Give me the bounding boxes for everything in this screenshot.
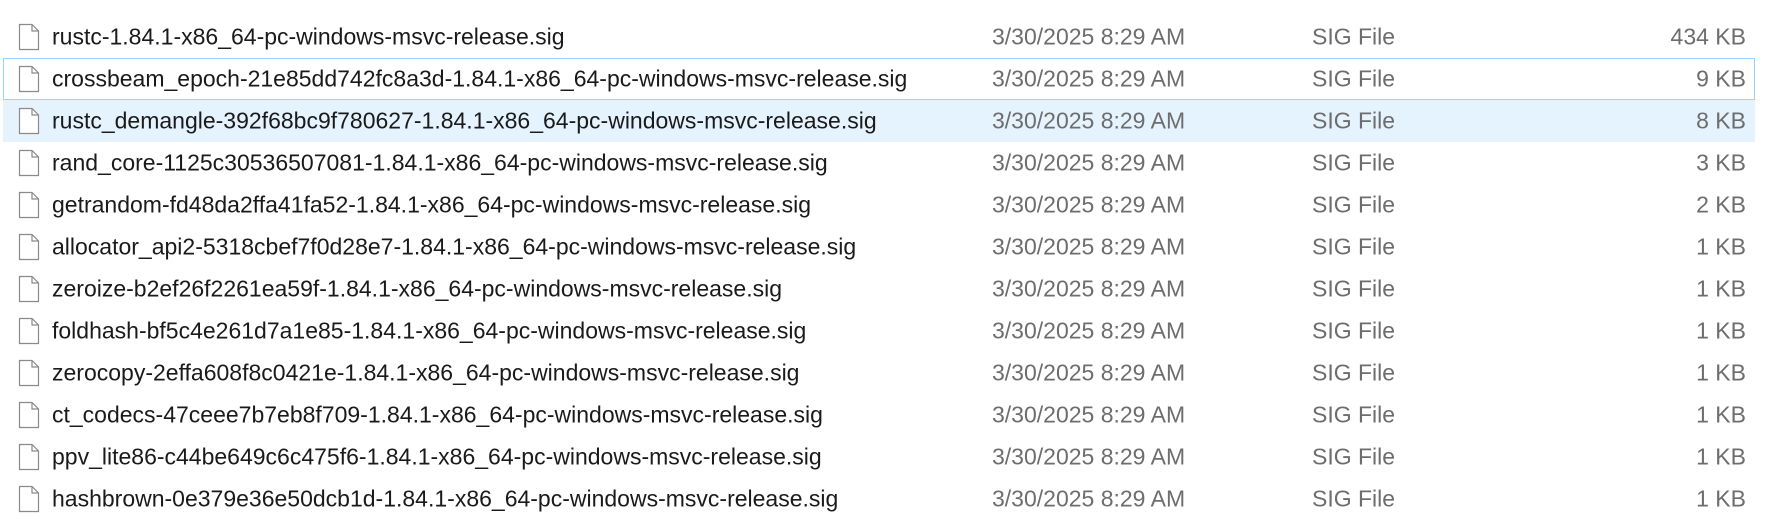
file-type: SIG File — [1312, 233, 1396, 260]
file-list: rustc-1.84.1-x86_64-pc-windows-msvc-rele… — [0, 0, 1779, 525]
file-date-modified: 3/30/2025 8:29 AM — [992, 401, 1186, 428]
file-date-modified: 3/30/2025 8:29 AM — [992, 233, 1186, 260]
file-date-modified: 3/30/2025 8:29 AM — [992, 149, 1186, 176]
file-size: 1 KB — [1696, 443, 1746, 470]
file-row[interactable]: rustc-1.84.1-x86_64-pc-windows-msvc-rele… — [3, 16, 1755, 58]
file-icon — [18, 317, 40, 345]
file-date-modified: 3/30/2025 8:29 AM — [992, 23, 1186, 50]
file-icon — [18, 443, 40, 471]
file-name: zerocopy-2effa608f8c0421e-1.84.1-x86_64-… — [52, 359, 800, 386]
file-row[interactable]: zerocopy-2effa608f8c0421e-1.84.1-x86_64-… — [3, 352, 1755, 394]
file-name: ppv_lite86-c44be649c6c475f6-1.84.1-x86_6… — [52, 443, 822, 470]
file-name: allocator_api2-5318cbef7f0d28e7-1.84.1-x… — [52, 233, 857, 260]
file-type: SIG File — [1312, 443, 1396, 470]
file-type: SIG File — [1312, 65, 1396, 92]
file-name: rustc-1.84.1-x86_64-pc-windows-msvc-rele… — [52, 23, 565, 50]
file-icon — [18, 23, 40, 51]
file-name: ct_codecs-47ceee7b7eb8f709-1.84.1-x86_64… — [52, 401, 823, 428]
file-icon — [18, 359, 40, 387]
file-icon — [18, 233, 40, 261]
file-row[interactable]: foldhash-bf5c4e261d7a1e85-1.84.1-x86_64-… — [3, 310, 1755, 352]
file-size: 1 KB — [1696, 401, 1746, 428]
file-date-modified: 3/30/2025 8:29 AM — [992, 359, 1186, 386]
file-name: rand_core-1125c30536507081-1.84.1-x86_64… — [52, 149, 828, 176]
file-row[interactable]: rand_core-1125c30536507081-1.84.1-x86_64… — [3, 142, 1755, 184]
file-row[interactable]: crossbeam_epoch-21e85dd742fc8a3d-1.84.1-… — [3, 58, 1755, 100]
file-name: crossbeam_epoch-21e85dd742fc8a3d-1.84.1-… — [52, 65, 908, 92]
file-size: 1 KB — [1696, 275, 1746, 302]
file-name: rustc_demangle-392f68bc9f780627-1.84.1-x… — [52, 107, 877, 134]
file-type: SIG File — [1312, 149, 1396, 176]
file-date-modified: 3/30/2025 8:29 AM — [992, 275, 1186, 302]
file-size: 3 KB — [1696, 149, 1746, 176]
file-type: SIG File — [1312, 107, 1396, 134]
file-date-modified: 3/30/2025 8:29 AM — [992, 443, 1186, 470]
file-icon — [18, 149, 40, 177]
file-icon — [18, 485, 40, 513]
file-type: SIG File — [1312, 485, 1396, 512]
file-type: SIG File — [1312, 23, 1396, 50]
file-size: 1 KB — [1696, 233, 1746, 260]
file-row[interactable]: rustc_demangle-392f68bc9f780627-1.84.1-x… — [3, 100, 1755, 142]
file-icon — [18, 275, 40, 303]
file-name: foldhash-bf5c4e261d7a1e85-1.84.1-x86_64-… — [52, 317, 807, 344]
file-row[interactable]: zeroize-b2ef26f2261ea59f-1.84.1-x86_64-p… — [3, 268, 1755, 310]
file-date-modified: 3/30/2025 8:29 AM — [992, 317, 1186, 344]
file-name: hashbrown-0e379e36e50dcb1d-1.84.1-x86_64… — [52, 485, 839, 512]
file-row[interactable]: getrandom-fd48da2ffa41fa52-1.84.1-x86_64… — [3, 184, 1755, 226]
file-type: SIG File — [1312, 317, 1396, 344]
file-name: zeroize-b2ef26f2261ea59f-1.84.1-x86_64-p… — [52, 275, 783, 302]
file-size: 434 KB — [1670, 23, 1746, 50]
file-type: SIG File — [1312, 275, 1396, 302]
file-size: 8 KB — [1696, 107, 1746, 134]
file-date-modified: 3/30/2025 8:29 AM — [992, 191, 1186, 218]
file-size: 1 KB — [1696, 485, 1746, 512]
file-row[interactable]: hashbrown-0e379e36e50dcb1d-1.84.1-x86_64… — [3, 478, 1755, 520]
file-row[interactable]: ppv_lite86-c44be649c6c475f6-1.84.1-x86_6… — [3, 436, 1755, 478]
file-icon — [18, 401, 40, 429]
file-date-modified: 3/30/2025 8:29 AM — [992, 485, 1186, 512]
file-date-modified: 3/30/2025 8:29 AM — [992, 65, 1186, 92]
file-icon — [18, 191, 40, 219]
file-row[interactable]: ct_codecs-47ceee7b7eb8f709-1.84.1-x86_64… — [3, 394, 1755, 436]
file-icon — [18, 107, 40, 135]
file-type: SIG File — [1312, 401, 1396, 428]
file-size: 9 KB — [1696, 65, 1746, 92]
file-name: getrandom-fd48da2ffa41fa52-1.84.1-x86_64… — [52, 191, 811, 218]
file-type: SIG File — [1312, 359, 1396, 386]
file-date-modified: 3/30/2025 8:29 AM — [992, 107, 1186, 134]
file-type: SIG File — [1312, 191, 1396, 218]
file-size: 1 KB — [1696, 317, 1746, 344]
file-size: 2 KB — [1696, 191, 1746, 218]
file-icon — [18, 65, 40, 93]
file-size: 1 KB — [1696, 359, 1746, 386]
file-row[interactable]: allocator_api2-5318cbef7f0d28e7-1.84.1-x… — [3, 226, 1755, 268]
